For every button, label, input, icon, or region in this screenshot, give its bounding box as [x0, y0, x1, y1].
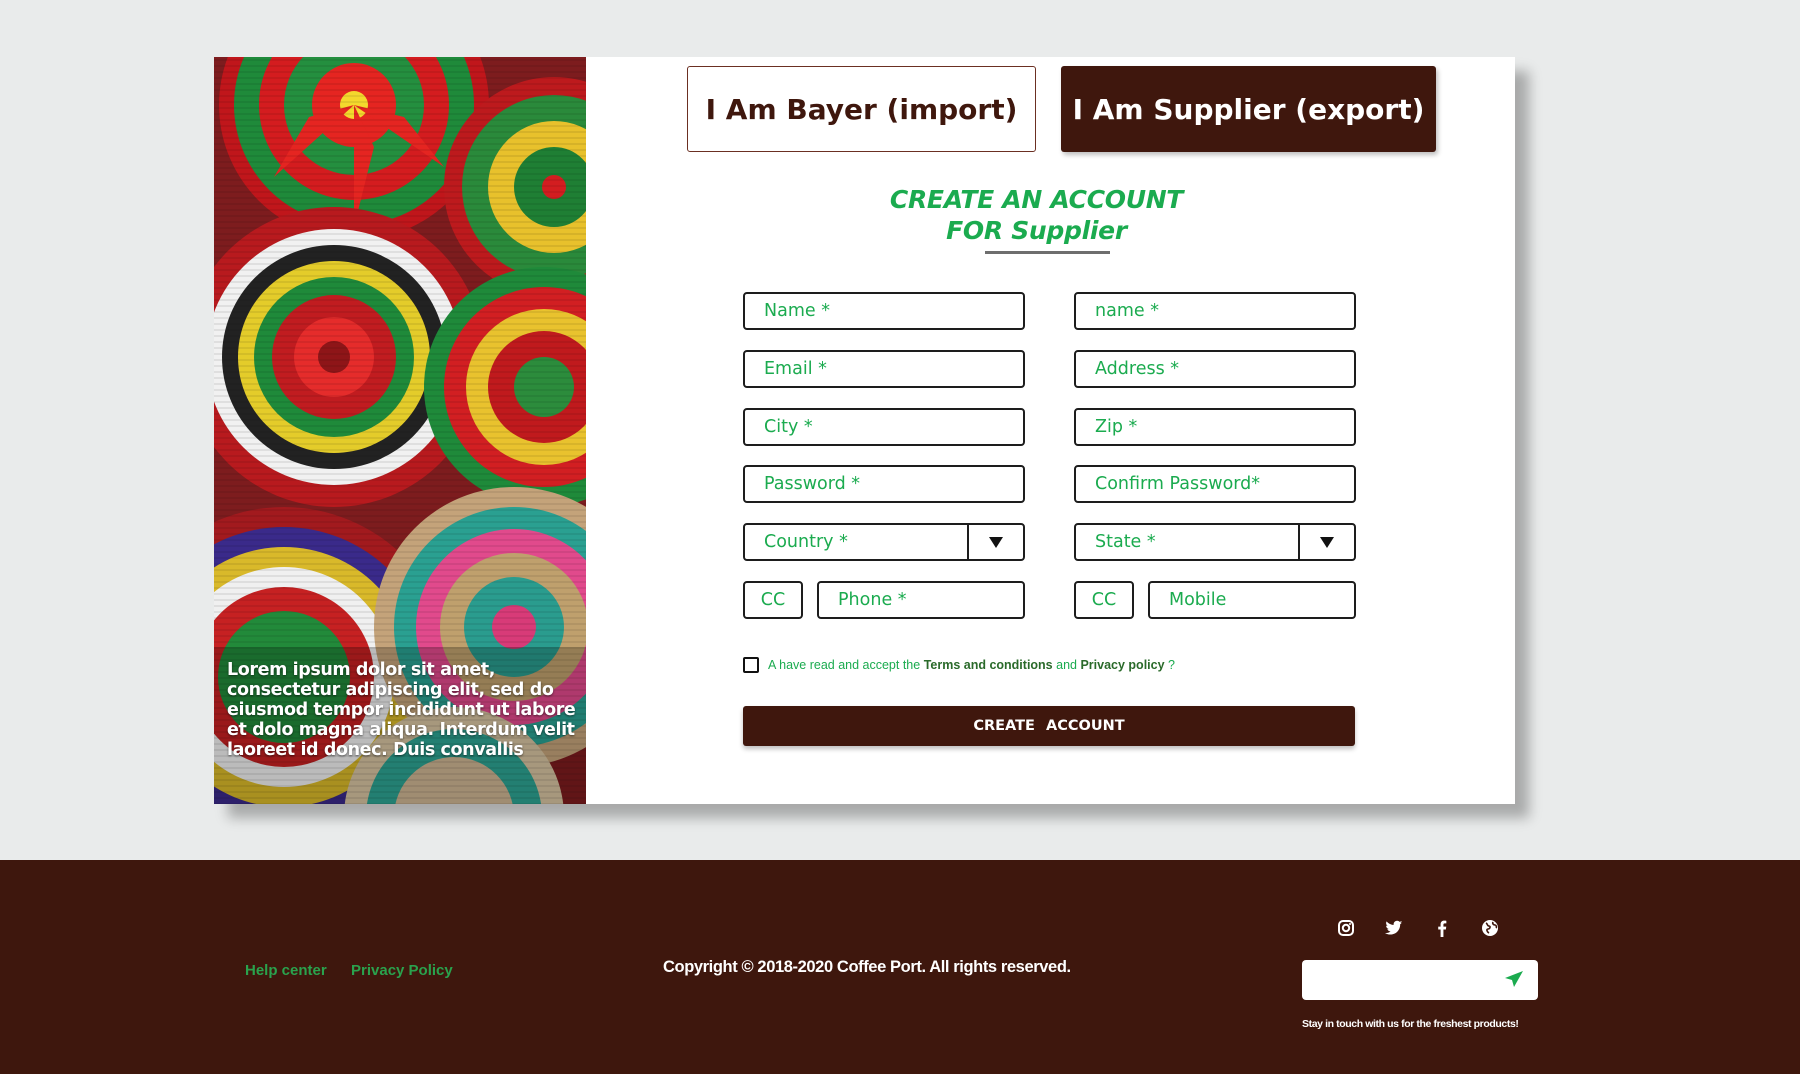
password-field[interactable]: Password * — [743, 465, 1025, 503]
terms-and: and — [1056, 658, 1077, 672]
supplier-tab-button[interactable]: I Am Supplier (export) — [1061, 66, 1436, 152]
phone-country-code-field[interactable]: CC — [743, 581, 803, 619]
instagram-icon[interactable] — [1332, 914, 1360, 942]
phone-field[interactable]: Phone * — [817, 581, 1025, 619]
newsletter-box — [1302, 960, 1538, 1000]
city-field[interactable]: City * — [743, 408, 1025, 446]
globe-icon[interactable] — [1476, 914, 1504, 942]
twitter-icon[interactable] — [1380, 914, 1408, 942]
mobile-field[interactable]: Mobile — [1148, 581, 1356, 619]
help-center-link[interactable]: Help center — [245, 962, 327, 979]
terms-prefix: A have read and accept the — [768, 658, 921, 672]
state-select-label: State * — [1095, 532, 1156, 552]
country-select-label: Country * — [764, 532, 848, 552]
privacy-policy-link[interactable]: Privacy policy — [1080, 658, 1164, 672]
footer-privacy-policy-link[interactable]: Privacy Policy — [351, 962, 453, 979]
heading-underline — [985, 251, 1110, 254]
terms-row: A have read and accept the Terms and con… — [743, 657, 1175, 673]
email-field[interactable]: Email * — [743, 350, 1025, 388]
newsletter-note: Stay in touch with us for the freshest p… — [1302, 1018, 1519, 1030]
form-heading: CREATE AN ACCOUNT FOR Supplier — [814, 184, 1259, 246]
terms-link[interactable]: Terms and conditions — [924, 658, 1053, 672]
heading-line-1: CREATE AN ACCOUNT — [889, 185, 1184, 214]
country-select[interactable]: Country * — [743, 523, 1025, 561]
zip-field[interactable]: Zip * — [1074, 408, 1356, 446]
terms-checkbox[interactable] — [743, 657, 759, 673]
signup-card: Lorem ipsum dolor sit amet, consectetur … — [214, 57, 1515, 804]
chevron-down-icon[interactable] — [967, 525, 1023, 559]
confirm-password-field[interactable]: Confirm Password* — [1074, 465, 1356, 503]
newsletter-email-input[interactable] — [1312, 966, 1486, 996]
mobile-country-code-field[interactable]: CC — [1074, 581, 1134, 619]
woven-baskets-image: Lorem ipsum dolor sit amet, consectetur … — [214, 57, 586, 804]
footer: Help center Privacy Policy Copyright © 2… — [0, 860, 1800, 1074]
last-name-field[interactable]: name * — [1074, 292, 1356, 330]
image-caption: Lorem ipsum dolor sit amet, consectetur … — [227, 660, 576, 760]
copyright-text: Copyright © 2018-2020 Coffee Port. All r… — [663, 958, 1071, 976]
state-select[interactable]: State * — [1074, 523, 1356, 561]
buyer-tab-button[interactable]: I Am Bayer (import) — [687, 66, 1036, 152]
create-account-button[interactable]: CREATE ACCOUNT — [743, 706, 1355, 746]
facebook-icon[interactable] — [1428, 914, 1456, 942]
send-icon[interactable] — [1504, 970, 1526, 990]
chevron-down-icon[interactable] — [1298, 525, 1354, 559]
terms-suffix: ? — [1168, 658, 1175, 672]
address-field[interactable]: Address * — [1074, 350, 1356, 388]
first-name-field[interactable]: Name * — [743, 292, 1025, 330]
heading-line-2: FOR Supplier — [946, 216, 1127, 245]
